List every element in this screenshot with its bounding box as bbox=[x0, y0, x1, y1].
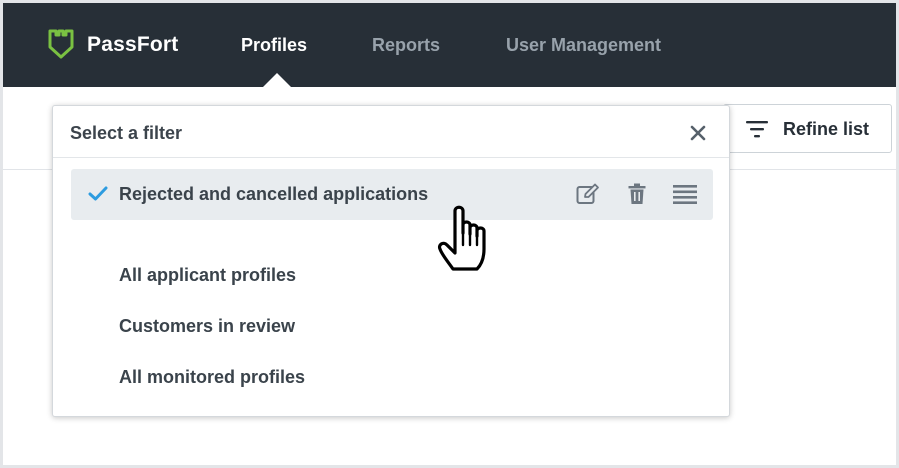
filter-option-all-monitored-profiles[interactable]: All monitored profiles bbox=[119, 367, 305, 388]
hand-pointer-icon bbox=[437, 205, 486, 271]
check-icon bbox=[88, 186, 108, 201]
nav-tab-profiles[interactable]: Profiles bbox=[241, 35, 307, 56]
brand-name: PassFort bbox=[87, 33, 179, 56]
active-tab-caret bbox=[263, 73, 291, 87]
app-window: PassFort Profiles Reports User Managemen… bbox=[0, 0, 899, 468]
nav-tab-reports[interactable]: Reports bbox=[372, 35, 440, 56]
top-navbar: PassFort Profiles Reports User Managemen… bbox=[3, 3, 896, 87]
drag-handle-icon[interactable] bbox=[673, 184, 697, 204]
close-icon[interactable] bbox=[687, 122, 709, 144]
filter-icon bbox=[746, 121, 768, 138]
filter-option-selected[interactable]: Rejected and cancelled applications bbox=[71, 169, 713, 220]
filter-option-customers-in-review[interactable]: Customers in review bbox=[119, 316, 295, 337]
shield-logo-icon bbox=[48, 29, 74, 59]
filter-option-all-applicant-profiles[interactable]: All applicant profiles bbox=[119, 265, 296, 286]
brand-logo[interactable]: PassFort bbox=[47, 29, 178, 61]
filter-dropdown: Select a filter Rejected and cancelled a… bbox=[52, 105, 730, 417]
dropdown-header: Select a filter bbox=[53, 106, 729, 158]
dropdown-title: Select a filter bbox=[70, 123, 183, 143]
nav-tab-user-management[interactable]: User Management bbox=[506, 35, 661, 56]
trash-icon[interactable] bbox=[628, 183, 646, 205]
edit-icon[interactable] bbox=[576, 183, 600, 205]
filter-option-label: Rejected and cancelled applications bbox=[119, 184, 429, 204]
refine-list-button[interactable]: Refine list bbox=[723, 104, 892, 153]
refine-list-label: Refine list bbox=[783, 119, 870, 139]
